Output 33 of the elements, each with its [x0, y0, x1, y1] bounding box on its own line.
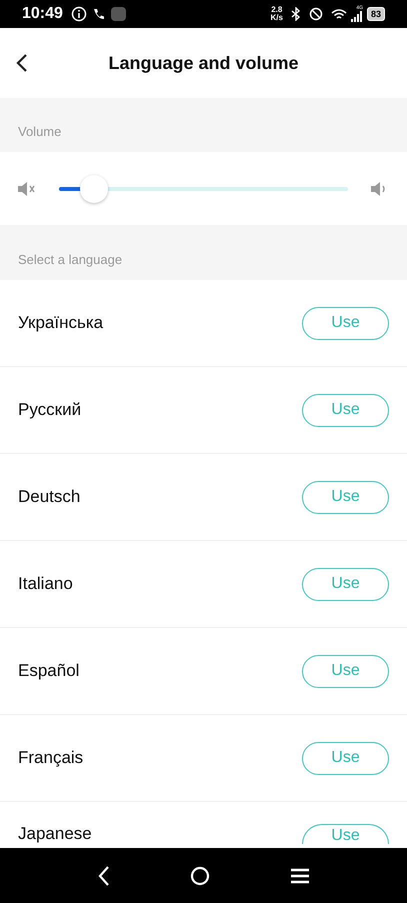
- language-name: Español: [18, 661, 80, 681]
- slider-thumb[interactable]: [80, 174, 108, 202]
- language-name: Italiano: [18, 574, 73, 594]
- language-name: Français: [18, 748, 84, 768]
- battery-indicator: 83: [366, 7, 385, 21]
- use-button[interactable]: Use: [302, 654, 389, 688]
- section-label: Volume: [18, 122, 62, 140]
- use-button[interactable]: Use: [302, 306, 389, 340]
- use-button[interactable]: Use: [302, 824, 389, 844]
- section-label: Select a language: [18, 250, 122, 269]
- back-icon[interactable]: [98, 864, 110, 886]
- page-title: Language and volume: [107, 52, 300, 75]
- status-time: 10:49: [22, 4, 63, 24]
- use-button[interactable]: Use: [302, 568, 389, 600]
- language-name: Русский: [18, 400, 82, 420]
- speed-unit: K/s: [270, 14, 283, 22]
- mute-icon: [17, 180, 37, 198]
- do-not-disturb-icon: [308, 7, 323, 21]
- use-button[interactable]: Use: [302, 480, 389, 514]
- app-icon: [110, 7, 126, 21]
- speed-value: 2.8: [271, 6, 282, 14]
- language-name: Japanese: [18, 824, 92, 845]
- wifi-icon: [330, 8, 347, 20]
- language-name: Deutsch: [18, 487, 80, 507]
- bluetooth-icon: [290, 7, 301, 21]
- language-name: Українська: [18, 313, 104, 333]
- menu-icon[interactable]: [290, 868, 310, 884]
- use-button[interactable]: Use: [302, 742, 389, 774]
- signal-icon: [350, 11, 363, 22]
- use-button[interactable]: Use: [302, 394, 389, 426]
- home-icon[interactable]: [190, 866, 210, 886]
- volume-slider[interactable]: [59, 174, 348, 204]
- info-icon: [70, 6, 87, 22]
